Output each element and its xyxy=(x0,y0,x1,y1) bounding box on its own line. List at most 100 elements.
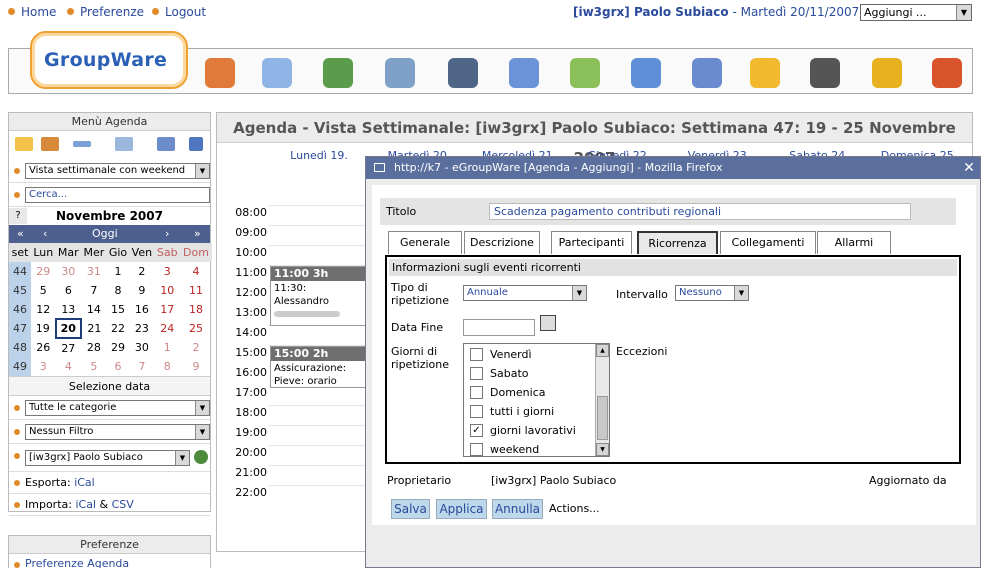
scroll-up-icon[interactable]: ▲ xyxy=(596,344,609,357)
calendar-day[interactable]: 15 xyxy=(107,300,130,319)
projects-icon[interactable] xyxy=(448,58,478,88)
calendar-week-number[interactable]: 47 xyxy=(9,319,31,338)
calendar-day[interactable]: 7 xyxy=(81,281,107,300)
logout-icon[interactable] xyxy=(932,58,962,88)
calendar-day[interactable]: 6 xyxy=(56,281,82,300)
calendar-day[interactable]: 11 xyxy=(180,281,212,300)
list-view-icon[interactable] xyxy=(189,137,203,151)
week-view-icon[interactable] xyxy=(73,141,91,147)
categories-select[interactable]: Tutte le categorie ▼ xyxy=(25,400,210,416)
scroll-down-icon[interactable]: ▼ xyxy=(596,443,609,456)
home-link[interactable]: Home xyxy=(8,5,56,19)
calendar-day[interactable]: 22 xyxy=(107,319,130,338)
calendar-day[interactable]: 23 xyxy=(129,319,154,338)
month-view-icon[interactable] xyxy=(115,137,133,151)
export-ical-link[interactable]: iCal xyxy=(74,476,95,489)
cancel-button[interactable]: Annulla xyxy=(492,499,543,519)
calendar-day[interactable]: 9 xyxy=(129,281,154,300)
calendar-day[interactable]: 29 xyxy=(107,338,130,357)
next-month-button[interactable]: › xyxy=(165,225,169,243)
planner-view-icon[interactable] xyxy=(157,137,175,151)
repeat-days-list[interactable]: Venerdì Sabato Domenica tutti i giorni ✓ gior… xyxy=(463,343,610,457)
calendar-day[interactable]: 19 xyxy=(31,319,56,338)
calendar-day[interactable]: 4 xyxy=(56,357,82,376)
filemanager-icon[interactable] xyxy=(631,58,661,88)
event-card[interactable]: 15:00 2h Assicurazione: Pieve: orario xyxy=(270,346,370,388)
prev-month-button[interactable]: ‹ xyxy=(43,225,47,243)
tab-generale[interactable]: Generale xyxy=(388,231,462,254)
calendar-day[interactable]: 18 xyxy=(180,300,212,319)
help-button[interactable]: ? xyxy=(9,208,27,224)
timesheet-icon[interactable] xyxy=(509,58,539,88)
logout-link[interactable]: Logout xyxy=(152,5,206,19)
calendar-day[interactable]: 31 xyxy=(81,262,107,281)
checkbox[interactable] xyxy=(470,348,483,361)
help-icon[interactable] xyxy=(872,58,902,88)
calendar-day[interactable]: 10 xyxy=(154,281,180,300)
calendar-day[interactable]: 28 xyxy=(81,338,107,357)
calendar-day[interactable]: 30 xyxy=(129,338,154,357)
view-select[interactable]: Vista settimanale con weekend ▼ xyxy=(25,163,210,179)
bookmarks-icon[interactable] xyxy=(750,58,780,88)
import-csv-link[interactable]: CSV xyxy=(112,498,134,511)
day-view-icon[interactable] xyxy=(41,137,59,151)
save-button[interactable]: Salva xyxy=(391,499,430,519)
calendar-day[interactable]: 20 xyxy=(54,318,83,339)
apply-button[interactable]: Applica xyxy=(436,499,487,519)
news-icon[interactable] xyxy=(810,58,840,88)
tab-collegamenti[interactable]: Collegamenti xyxy=(720,231,816,254)
calendar-day[interactable]: 4 xyxy=(180,262,212,281)
tab-partecipanti[interactable]: Partecipanti xyxy=(551,231,632,254)
calendar-day[interactable]: 5 xyxy=(81,357,107,376)
calendar-day[interactable]: 6 xyxy=(107,357,130,376)
home-link-label[interactable]: Home xyxy=(21,5,56,19)
calendar-day[interactable]: 2 xyxy=(129,262,154,281)
end-date-input[interactable] xyxy=(463,319,535,336)
checkbox[interactable] xyxy=(470,443,483,456)
home-icon[interactable] xyxy=(205,58,235,88)
tab-descrizione[interactable]: Descrizione xyxy=(464,231,540,254)
wiki-icon[interactable] xyxy=(692,58,722,88)
calendar-week-number[interactable]: 49 xyxy=(9,357,31,376)
search-input[interactable]: Cerca... xyxy=(25,187,210,203)
calendar-day[interactable]: 7 xyxy=(129,357,154,376)
scroll-thumb[interactable] xyxy=(597,396,608,440)
checkbox[interactable] xyxy=(470,367,483,380)
calendar-preferences-link[interactable]: Preferenze Agenda xyxy=(25,557,129,568)
day-header[interactable]: Lunedì 19. xyxy=(269,147,369,165)
checkbox-checked[interactable]: ✓ xyxy=(470,424,483,437)
notes-icon[interactable] xyxy=(385,58,415,88)
calendar-week-number[interactable]: 45 xyxy=(9,281,31,300)
event-card[interactable]: 11:00 3h 11:30: Alessandro xyxy=(270,266,370,326)
calendar-day[interactable]: 3 xyxy=(31,357,56,376)
calendar-day[interactable]: 12 xyxy=(31,300,56,319)
calendar-day[interactable]: 14 xyxy=(81,300,107,319)
calendar-day[interactable]: 26 xyxy=(31,338,56,357)
interval-select[interactable]: Nessuno ▼ xyxy=(675,285,749,301)
calendar-day[interactable]: 8 xyxy=(107,281,130,300)
calendar-day[interactable]: 27 xyxy=(56,338,82,357)
today-view-icon[interactable] xyxy=(15,137,33,151)
logo[interactable]: GroupWare xyxy=(30,31,188,89)
prev-year-button[interactable]: « xyxy=(17,225,24,243)
import-ical-link[interactable]: iCal xyxy=(75,498,96,511)
calendar-day[interactable]: 2 xyxy=(180,338,212,357)
addressbook-icon[interactable] xyxy=(323,58,353,88)
tab-allarmi[interactable]: Allarmi xyxy=(817,231,891,254)
calendar-day[interactable]: 25 xyxy=(180,319,212,338)
repeat-type-select[interactable]: Annuale ▼ xyxy=(463,285,587,301)
add-select[interactable]: Aggiungi ... ▼ xyxy=(860,4,972,21)
calendar-day[interactable]: 29 xyxy=(31,262,56,281)
calendar-week-number[interactable]: 46 xyxy=(9,300,31,319)
calendar-day[interactable]: 1 xyxy=(154,338,180,357)
calendar-day[interactable]: 16 xyxy=(129,300,154,319)
calendar-week-number[interactable]: 44 xyxy=(9,262,31,281)
next-year-button[interactable]: » xyxy=(194,225,201,243)
calendar-day[interactable]: 13 xyxy=(56,300,82,319)
calendar-day[interactable]: 30 xyxy=(56,262,82,281)
logout-link-label[interactable]: Logout xyxy=(165,5,206,19)
checkbox[interactable] xyxy=(470,405,483,418)
calendar-week-number[interactable]: 48 xyxy=(9,338,31,357)
calendar-day[interactable]: 17 xyxy=(154,300,180,319)
calendar-day[interactable]: 5 xyxy=(31,281,56,300)
